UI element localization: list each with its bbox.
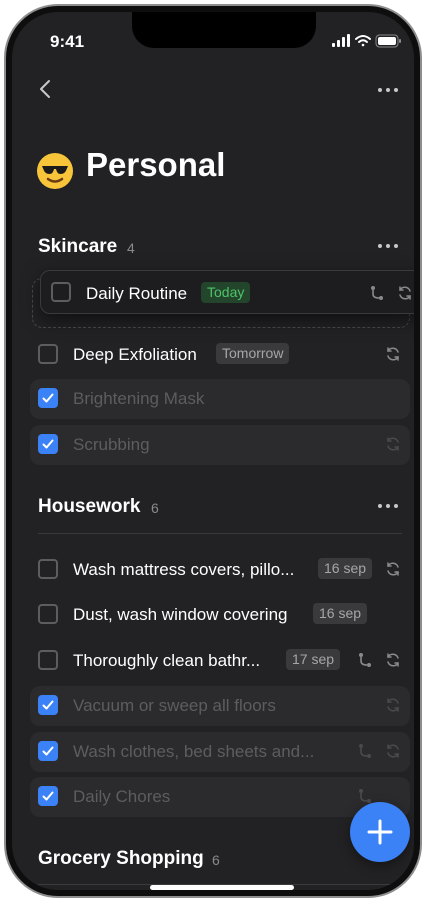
repeat-icon bbox=[399, 286, 411, 300]
checkmark-icon bbox=[42, 746, 54, 756]
task-row[interactable]: Wash mattress covers, pillo... 16 sep bbox=[30, 550, 410, 590]
task-checkbox-checked[interactable] bbox=[38, 434, 58, 454]
section-divider bbox=[38, 533, 402, 534]
due-date-badge: 16 sep bbox=[318, 558, 373, 579]
task-label: Thoroughly clean bathr... bbox=[73, 651, 261, 670]
task-label: Wash mattress covers, pillo... bbox=[73, 560, 295, 579]
subtask-icon bbox=[371, 286, 383, 300]
app-screen: 9:41 Personal Skincare 4 Daily Routine T… bbox=[12, 12, 414, 890]
more-options-button[interactable] bbox=[378, 86, 402, 94]
battery-icon bbox=[375, 34, 401, 48]
due-date-badge: 17 sep bbox=[286, 649, 341, 670]
repeat-icon bbox=[387, 698, 399, 712]
task-label: Vacuum or sweep all floors bbox=[73, 696, 276, 715]
status-time: 9:41 bbox=[50, 32, 85, 51]
section-title-housework: Housework bbox=[38, 496, 141, 517]
section-more-button-skincare[interactable] bbox=[378, 242, 402, 250]
add-task-button[interactable] bbox=[350, 802, 410, 862]
task-checkbox-checked[interactable] bbox=[38, 695, 58, 715]
task-label: Scrubbing bbox=[73, 435, 150, 454]
section-title-grocery-shopping: Grocery Shopping bbox=[38, 848, 204, 869]
page-title: Personal bbox=[86, 146, 226, 183]
checkmark-icon bbox=[42, 393, 54, 403]
task-row[interactable]: Deep Exfoliation Tomorrow bbox=[30, 335, 410, 375]
repeat-icon bbox=[387, 437, 399, 451]
task-checkbox[interactable] bbox=[38, 559, 58, 579]
status-icons bbox=[332, 34, 401, 48]
repeat-icon bbox=[387, 653, 399, 667]
repeat-icon bbox=[387, 744, 399, 758]
task-checkbox[interactable] bbox=[38, 604, 58, 624]
plus-icon bbox=[367, 819, 393, 845]
home-indicator bbox=[150, 885, 294, 890]
due-date-badge: 16 sep bbox=[313, 603, 368, 624]
wifi-icon bbox=[355, 35, 371, 47]
repeat-icon bbox=[387, 562, 399, 576]
section-more-button-housework[interactable] bbox=[378, 502, 402, 510]
task-checkbox[interactable] bbox=[51, 282, 71, 302]
task-label: Dust, wash window covering bbox=[73, 605, 288, 624]
signal-icon bbox=[332, 34, 350, 47]
task-label: Daily Routine bbox=[86, 284, 188, 303]
checkmark-icon bbox=[42, 439, 54, 449]
due-date-badge: Today bbox=[201, 282, 251, 303]
section-count-grocery-shopping: 6 bbox=[212, 852, 220, 868]
task-row-completed[interactable]: Vacuum or sweep all floors bbox=[30, 686, 410, 726]
task-row-completed[interactable]: Brightening Mask bbox=[30, 379, 410, 419]
task-label: Deep Exfoliation bbox=[73, 345, 197, 364]
task-row-dragging[interactable]: Daily Routine Today bbox=[40, 270, 414, 314]
task-row-completed[interactable]: Wash clothes, bed sheets and... bbox=[30, 732, 410, 772]
task-checkbox-checked[interactable] bbox=[38, 388, 58, 408]
task-label: Wash clothes, bed sheets and... bbox=[73, 742, 315, 761]
task-row-completed[interactable]: Scrubbing bbox=[30, 425, 410, 465]
task-label: Brightening Mask bbox=[73, 389, 205, 408]
task-row[interactable]: Thoroughly clean bathr... 17 sep bbox=[30, 641, 410, 681]
subtask-icon bbox=[359, 744, 371, 758]
task-checkbox-checked[interactable] bbox=[38, 786, 58, 806]
checkmark-icon bbox=[42, 791, 54, 801]
phone-frame: 9:41 Personal Skincare 4 Daily Routine T… bbox=[4, 4, 422, 898]
back-button[interactable] bbox=[36, 79, 56, 99]
task-label: Daily Chores bbox=[73, 787, 171, 806]
task-checkbox[interactable] bbox=[38, 650, 58, 670]
task-checkbox[interactable] bbox=[38, 344, 58, 364]
device-notch bbox=[132, 12, 316, 48]
section-title-skincare: Skincare bbox=[38, 236, 118, 257]
checkmark-icon bbox=[42, 700, 54, 710]
chevron-left-icon bbox=[40, 80, 50, 98]
subtask-icon bbox=[359, 653, 371, 667]
task-row[interactable]: Dust, wash window covering 16 sep bbox=[30, 595, 410, 635]
section-count-skincare: 4 bbox=[127, 240, 135, 256]
due-date-badge: Tomorrow bbox=[216, 343, 290, 364]
repeat-icon bbox=[387, 347, 399, 361]
task-checkbox-checked[interactable] bbox=[38, 741, 58, 761]
sunglasses-emoji-icon bbox=[37, 153, 73, 189]
section-count-housework: 6 bbox=[151, 500, 159, 516]
